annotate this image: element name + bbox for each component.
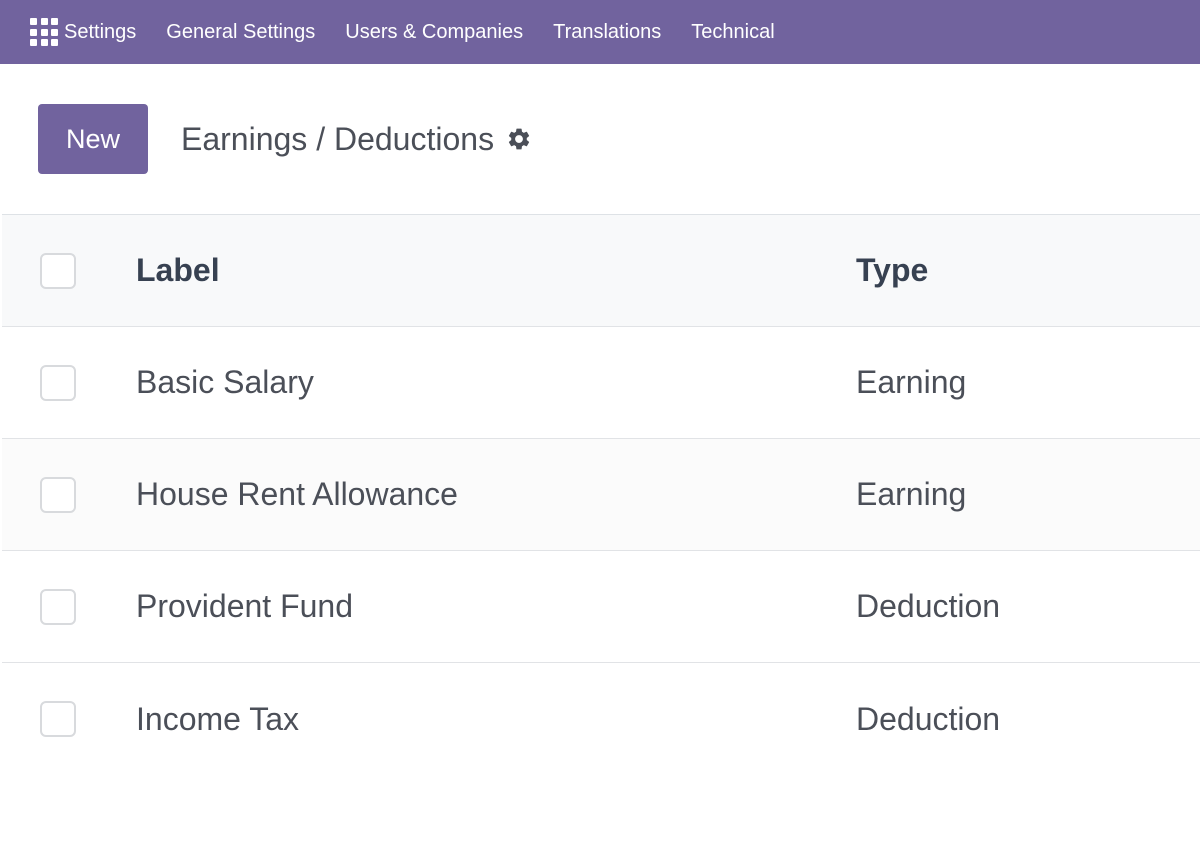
row-checkbox[interactable] (40, 364, 76, 401)
gear-icon[interactable] (506, 126, 532, 152)
row-label-cell: Income Tax (136, 700, 300, 737)
row-label-cell: House Rent Allowance (136, 476, 458, 512)
table-header-row: Label Type (2, 215, 1200, 327)
control-panel: New Earnings / Deductions (0, 64, 1200, 215)
table-row[interactable]: Provident Fund Deduction (2, 551, 1200, 663)
row-type-cell: Deduction (856, 588, 1001, 624)
top-navbar: Settings General Settings Users & Compan… (0, 0, 1200, 64)
row-type-cell: Deduction (856, 700, 1001, 737)
new-button[interactable]: New (38, 104, 148, 174)
nav-brand-settings[interactable]: Settings (64, 21, 136, 44)
nav-item-technical[interactable]: Technical (691, 21, 774, 44)
table-row[interactable]: House Rent Allowance Earning (2, 439, 1200, 551)
row-label-cell: Basic Salary (136, 364, 314, 400)
list-table: Label Type Basic Salary Earning House Re… (2, 214, 1200, 775)
row-checkbox[interactable] (40, 701, 76, 737)
page-title: Earnings / Deductions (181, 120, 495, 157)
table-row[interactable]: Income Tax Deduction (2, 663, 1200, 775)
column-header-label[interactable]: Label (136, 252, 220, 289)
nav-item-translations[interactable]: Translations (553, 21, 661, 44)
column-header-type[interactable]: Type (856, 252, 928, 289)
nav-item-general-settings[interactable]: General Settings (166, 21, 315, 44)
table-row[interactable]: Basic Salary Earning (2, 327, 1200, 439)
row-checkbox[interactable] (40, 588, 76, 625)
row-checkbox[interactable] (40, 476, 76, 513)
row-label-cell: Provident Fund (136, 588, 354, 624)
row-type-cell: Earning (856, 476, 967, 512)
select-all-checkbox[interactable] (40, 252, 76, 289)
row-type-cell: Earning (856, 364, 967, 400)
apps-grid-icon (30, 18, 58, 46)
breadcrumb: Earnings / Deductions (181, 117, 532, 161)
nav-item-users-companies[interactable]: Users & Companies (345, 21, 523, 44)
